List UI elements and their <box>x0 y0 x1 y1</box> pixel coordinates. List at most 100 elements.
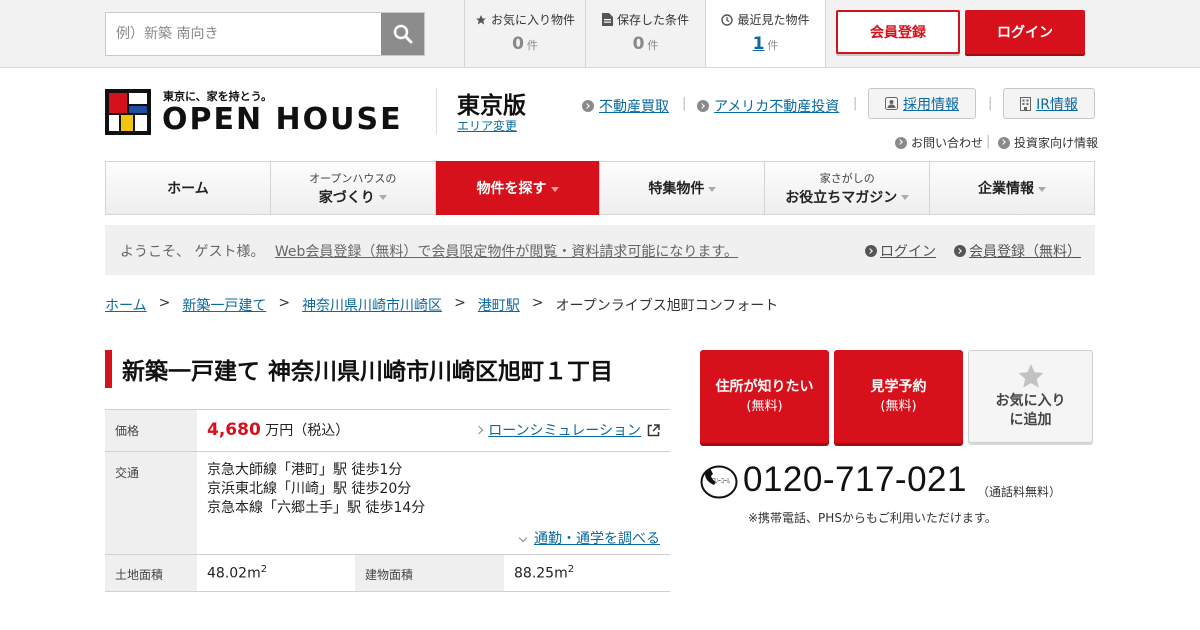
add-favorite-line1: お気に入り <box>995 393 1066 409</box>
contact-link[interactable]: お問い合わせ <box>895 134 983 151</box>
us-realestate-link-wrap[interactable]: アメリカ不動産投資 <box>697 96 839 116</box>
unit-superscript: 2 <box>260 564 268 575</box>
phone-note: （通話料無料） <box>977 485 1062 499</box>
search-box <box>105 12 425 56</box>
land-area-label: 土地面積 <box>105 555 197 591</box>
arrow-circle-icon <box>998 136 1010 149</box>
visit-reservation-sub: (無料) <box>880 398 917 414</box>
saved-unit: 件 <box>647 39 659 52</box>
free-call-icon-text: フリーコール <box>712 477 730 485</box>
welcome-greeting: ようこそ、 ゲスト様。 <box>120 244 265 260</box>
investor-link[interactable]: 投資家向け情報 <box>998 134 1098 151</box>
search-input[interactable] <box>106 13 381 55</box>
chevron-down-icon <box>518 533 528 543</box>
breadcrumb-current: オープンライブス旭町コンフォート <box>555 298 779 314</box>
nav-home-label: ホーム <box>167 181 209 197</box>
loan-simulation-label[interactable]: ローンシミュレーション <box>488 420 641 440</box>
link-separator: | <box>682 96 687 111</box>
register-button[interactable]: 会員登録 <box>836 10 960 54</box>
table-row: 交通 京急大師線「港町」駅 徒歩1分 京浜東北線「川崎」駅 徒歩20分 京急本線… <box>105 452 670 555</box>
table-row: 土地面積 48.02m2 建物面積 88.25m2 <box>105 555 670 592</box>
nav-home[interactable]: ホーム <box>106 162 271 214</box>
caret-down-icon <box>378 195 387 200</box>
favorites-counter[interactable]: お気に入り物件 0件 <box>464 0 585 67</box>
saved-conditions-counter[interactable]: 保存した条件 0件 <box>585 0 705 67</box>
breadcrumb: ホーム > 新築一戸建て > 神奈川県川崎市川崎区 > 港町駅 > オープンライ… <box>105 295 778 315</box>
access-line: 京急本線「六郷土手」駅 徒歩14分 <box>207 500 426 516</box>
buyback-link[interactable]: 不動産買取 <box>599 96 669 116</box>
nav-house-label: 家づくり <box>318 189 375 206</box>
commute-search-link[interactable]: 通勤・通学を調べる <box>207 528 660 548</box>
edition-title: 東京版 <box>457 93 526 119</box>
arrow-circle-icon <box>895 136 907 149</box>
nav-house-building[interactable]: オープンハウスの 家づくり <box>271 162 436 214</box>
add-favorite-button[interactable]: お気に入り に追加 <box>968 350 1093 443</box>
property-info-table: 価格 4,680 万円（税込） ローンシミュレーション 交通 京急大師線「港町」… <box>105 409 670 592</box>
nav-search-property[interactable]: 物件を探す <box>435 161 601 215</box>
clock-icon <box>721 13 734 26</box>
star-icon <box>475 14 486 24</box>
header-divider <box>436 88 437 134</box>
favorites-label: お気に入り物件 <box>490 13 575 27</box>
welcome-register-label[interactable]: 会員登録（無料） <box>969 241 1081 261</box>
loan-simulation-link[interactable]: ローンシミュレーション <box>475 420 660 440</box>
arrow-circle-icon <box>697 100 709 112</box>
link-separator: | <box>988 96 993 111</box>
welcome-login-label[interactable]: ログイン <box>880 241 936 261</box>
breadcrumb-station[interactable]: 港町駅 <box>478 295 520 315</box>
star-icon <box>1018 364 1043 388</box>
arrow-circle-icon <box>954 245 966 257</box>
breadcrumb-separator: > <box>531 295 544 311</box>
breadcrumb-new-house[interactable]: 新築一戸建て <box>182 295 266 315</box>
logo-text: OPEN HOUSE <box>162 102 403 137</box>
breadcrumb-separator: > <box>454 295 466 311</box>
visit-reservation-button[interactable]: 見学予約 (無料) <box>834 350 963 443</box>
access-line: 京浜東北線「川崎」駅 徒歩20分 <box>207 481 412 497</box>
nav-special[interactable]: 特集物件 <box>600 162 766 214</box>
address-request-button[interactable]: 住所が知りたい (無料) <box>700 350 829 443</box>
title-accent-bar <box>105 350 112 388</box>
table-row: 価格 4,680 万円（税込） ローンシミュレーション <box>105 410 670 452</box>
building-area-value: 88.25m <box>514 565 568 582</box>
buyback-link-wrap[interactable]: 不動産買取 <box>582 96 669 116</box>
land-area-value: 48.02m <box>207 565 261 582</box>
price-label: 価格 <box>105 410 197 451</box>
search-icon <box>393 24 412 44</box>
nav-search-label: 物件を探す <box>476 181 547 197</box>
recent-viewed-counter[interactable]: 最近見た物件 1件 <box>705 0 826 67</box>
caret-down-icon <box>901 195 910 200</box>
welcome-register-link[interactable]: 会員登録（無料） <box>954 241 1081 261</box>
area-change-link[interactable]: エリア変更 <box>457 117 517 134</box>
recruit-link[interactable]: 採用情報 <box>903 94 959 114</box>
external-link-icon <box>647 423 660 436</box>
breadcrumb-separator: > <box>158 295 171 311</box>
us-realestate-link[interactable]: アメリカ不動産投資 <box>714 96 839 116</box>
top-bar: お気に入り物件 0件 保存した条件 0件 最近見た物件 1件 会員登録 ログイン <box>0 0 1200 68</box>
recent-unit: 件 <box>767 39 779 52</box>
search-button[interactable] <box>381 13 424 55</box>
link-separator: | <box>853 96 858 111</box>
recent-count: 1 <box>752 34 765 54</box>
welcome-bar: ようこそ、 ゲスト様。 Web会員登録（無料）で会員限定物件が閲覧・資料請求可能… <box>105 225 1095 275</box>
document-icon <box>601 13 613 26</box>
favorites-count: 0 <box>512 34 524 54</box>
address-request-label: 住所が知りたい <box>715 378 814 395</box>
arrow-circle-icon <box>582 100 594 112</box>
recruit-button[interactable]: 採用情報 <box>868 88 976 119</box>
nav-magazine[interactable]: 家さがしの お役立ちマガジン <box>765 162 931 214</box>
phone-number[interactable]: 0120-717-021 <box>743 460 967 500</box>
commute-search-label[interactable]: 通勤・通学を調べる <box>534 528 660 548</box>
saved-label: 保存した条件 <box>616 13 689 27</box>
breadcrumb-area[interactable]: 神奈川県川崎市川崎区 <box>302 295 442 315</box>
breadcrumb-home[interactable]: ホーム <box>105 295 147 315</box>
unit-superscript: 2 <box>567 564 575 575</box>
web-member-promo-link[interactable]: Web会員登録（無料）で会員限定物件が閲覧・資料請求可能になります。 <box>275 244 738 260</box>
open-house-logo[interactable]: 東京に、家を持とう。 OPEN HOUSE <box>105 88 410 137</box>
login-button[interactable]: ログイン <box>965 10 1085 54</box>
nav-company[interactable]: 企業情報 <box>930 162 1094 214</box>
ir-button[interactable]: IR情報 <box>1003 88 1095 119</box>
ir-link[interactable]: IR情報 <box>1036 94 1078 114</box>
welcome-login-link[interactable]: ログイン <box>865 241 936 261</box>
arrow-circle-icon <box>865 245 877 257</box>
nav-company-label: 企業情報 <box>978 181 1035 197</box>
